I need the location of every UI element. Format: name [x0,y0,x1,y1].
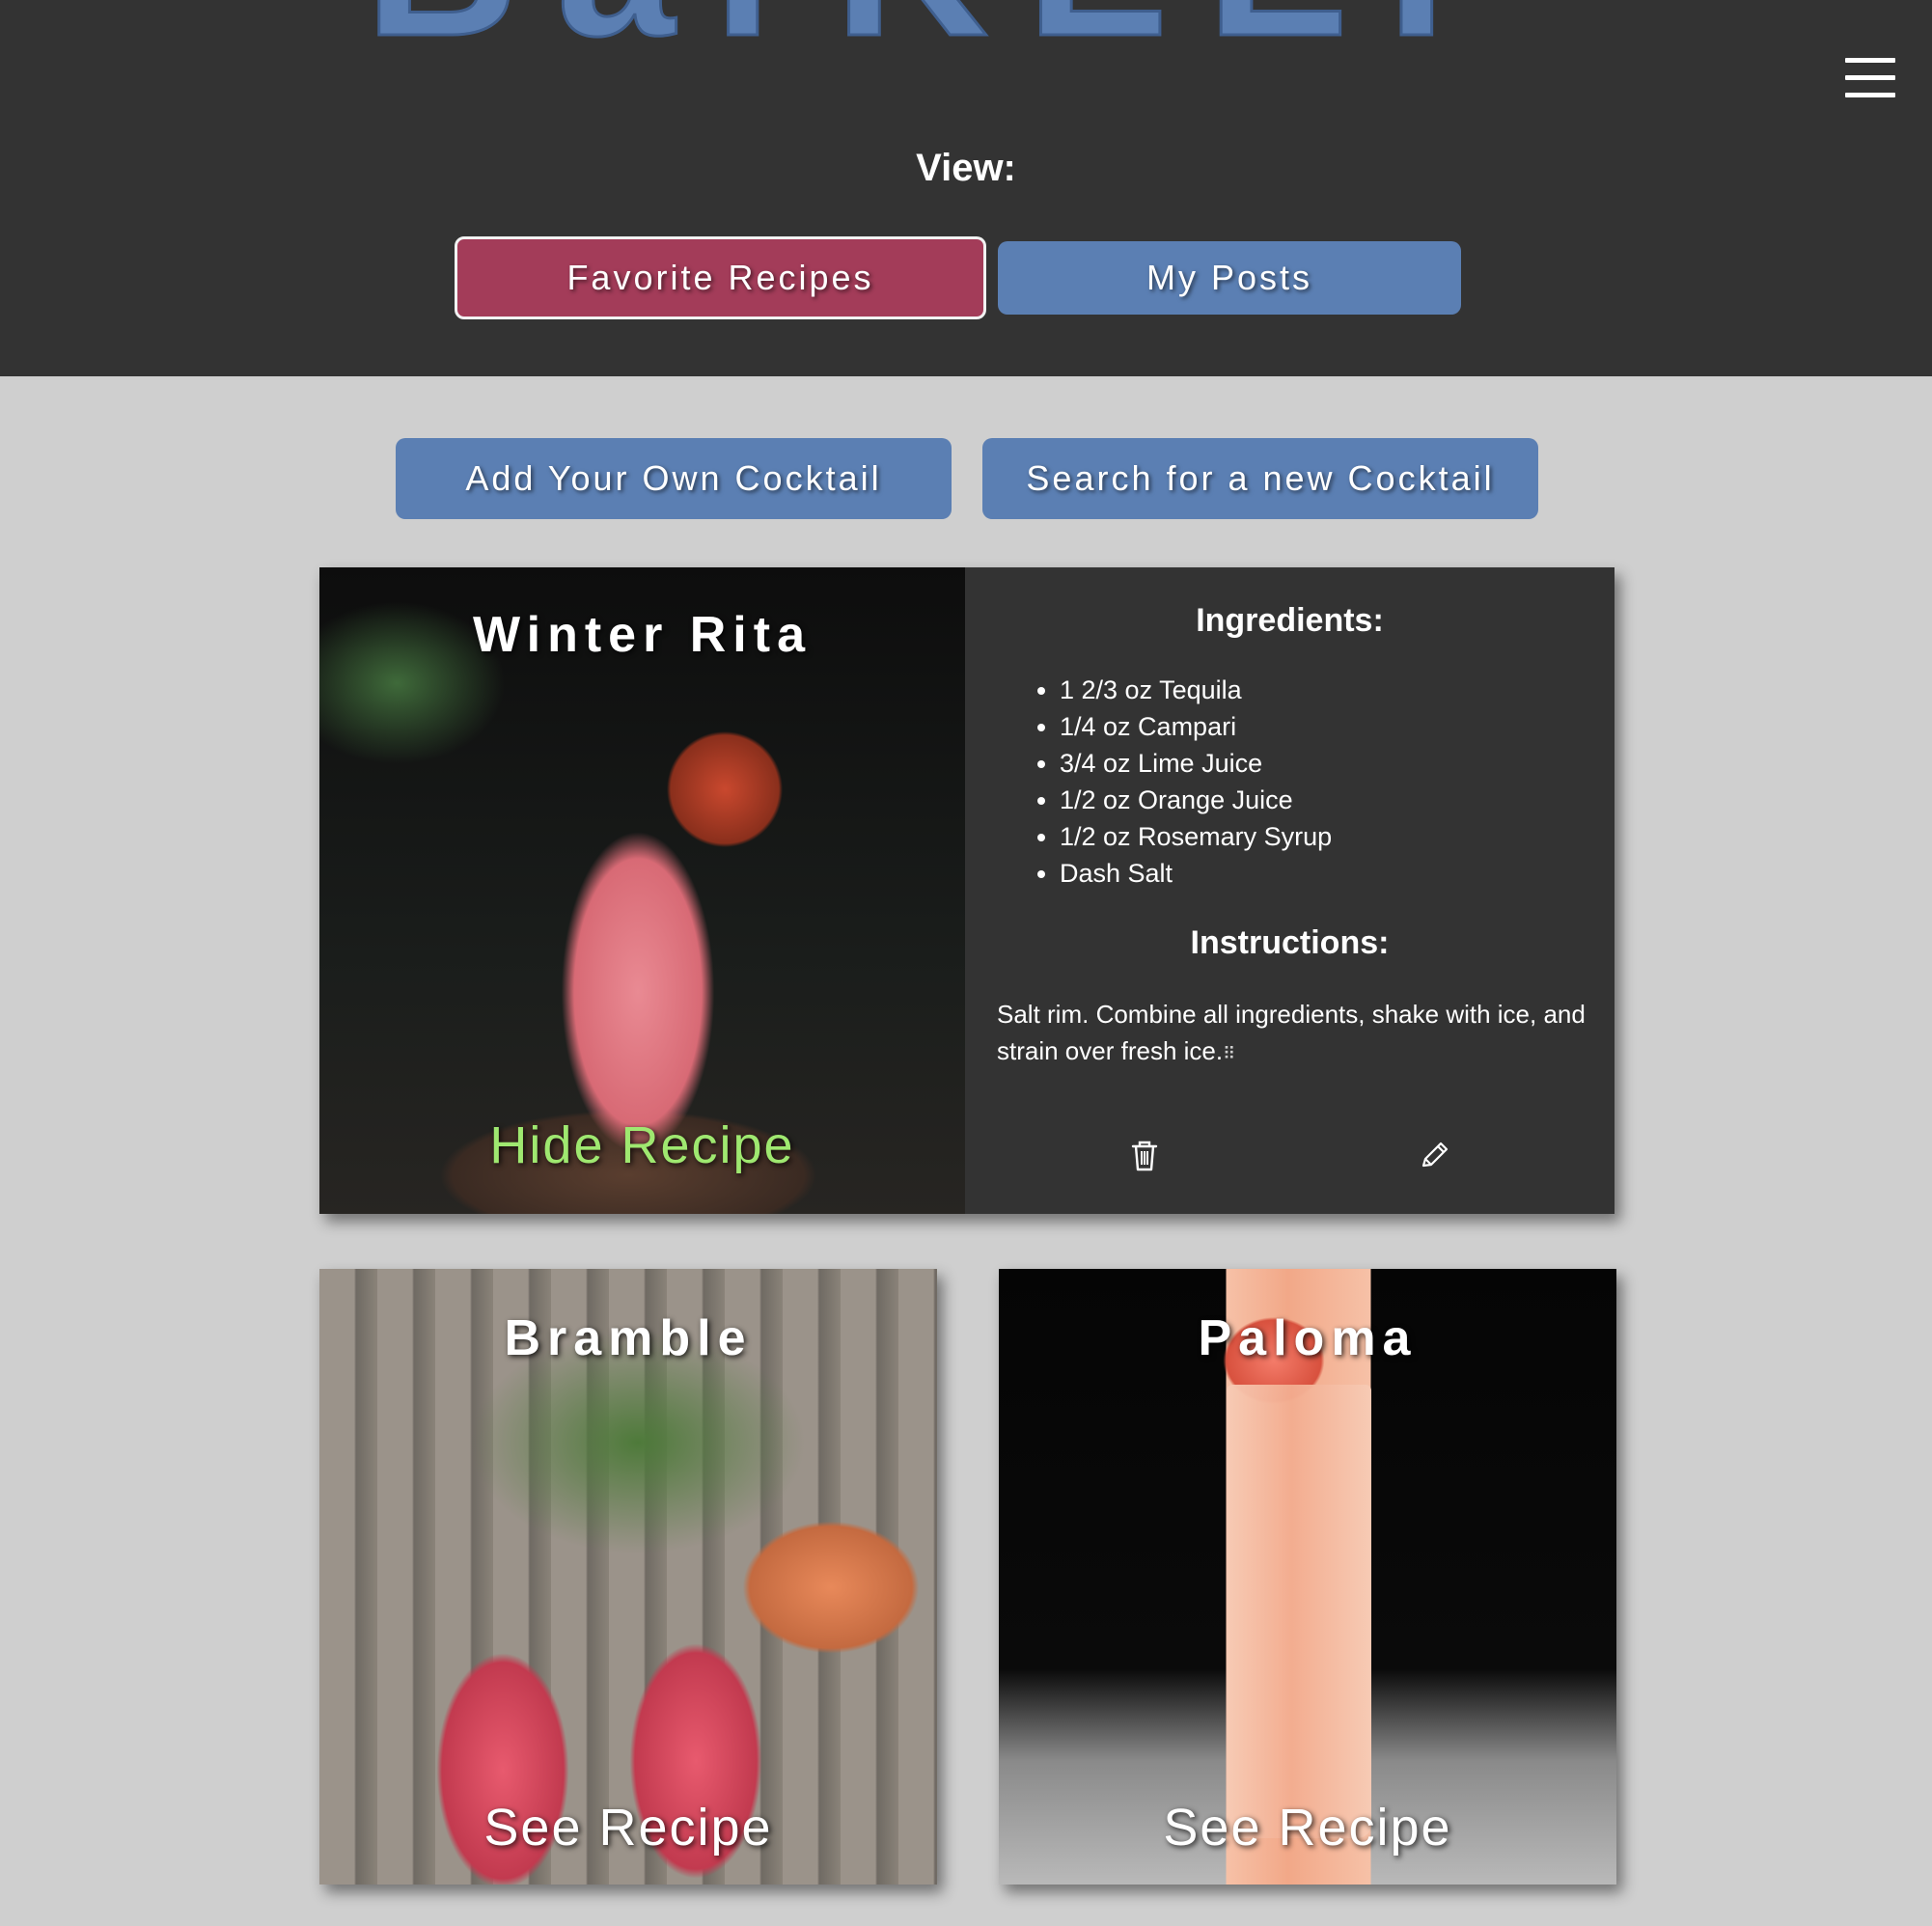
see-recipe-link[interactable]: See Recipe [999,1798,1616,1857]
search-cocktail-button[interactable]: Search for a new Cocktail [982,438,1538,519]
resize-handle-icon[interactable]: ⠿ [1223,1044,1235,1063]
list-item: 1/4 oz Campari [1060,708,1332,745]
recipe-card-winter-rita: Winter Rita Hide Recipe Ingredients: 1 2… [319,567,1615,1214]
instructions-text: Salt rim. Combine all ingredients, shake… [997,996,1586,1072]
pencil-icon[interactable] [1419,1140,1449,1172]
tab-favorite-recipes[interactable]: Favorite Recipes [455,236,986,319]
instructions-body: Salt rim. Combine all ingredients, shake… [997,1000,1586,1065]
trash-icon[interactable] [1129,1140,1160,1172]
glass-illustration [1227,1385,1371,1838]
list-item: 3/4 oz Lime Juice [1060,745,1332,782]
hamburger-icon[interactable] [1845,58,1895,98]
list-item: Dash Salt [1060,855,1332,892]
hide-recipe-link[interactable]: Hide Recipe [319,1115,965,1175]
ingredients-heading: Ingredients: [1196,602,1384,639]
ingredients-list: 1 2/3 oz Tequila 1/4 oz Campari 3/4 oz L… [1023,672,1332,892]
recipe-card-bramble: Bramble See Recipe [319,1269,937,1885]
see-recipe-link[interactable]: See Recipe [319,1798,937,1857]
view-label: View: [916,147,1016,189]
cocktail-photo: Paloma See Recipe [999,1269,1616,1885]
instructions-heading: Instructions: [1190,924,1390,961]
list-item: 1/2 oz Rosemary Syrup [1060,818,1332,855]
cocktail-photo: Bramble See Recipe [319,1269,937,1885]
card-title: Paloma [1198,1310,1418,1366]
recipe-details: Ingredients: 1 2/3 oz Tequila 1/4 oz Cam… [965,567,1615,1214]
card-title: Bramble [504,1310,753,1366]
card-title: Winter Rita [473,607,812,663]
cocktail-photo: Winter Rita Hide Recipe [319,567,965,1214]
list-item: 1 2/3 oz Tequila [1060,672,1332,708]
header: BarKEEP View: Favorite Recipes My Posts [0,0,1932,376]
add-cocktail-button[interactable]: Add Your Own Cocktail [396,438,952,519]
list-item: 1/2 oz Orange Juice [1060,782,1332,818]
tab-my-posts[interactable]: My Posts [998,241,1461,315]
brand-logo: BarKEEP [0,0,1932,69]
recipe-card-paloma: Paloma See Recipe [999,1269,1616,1885]
